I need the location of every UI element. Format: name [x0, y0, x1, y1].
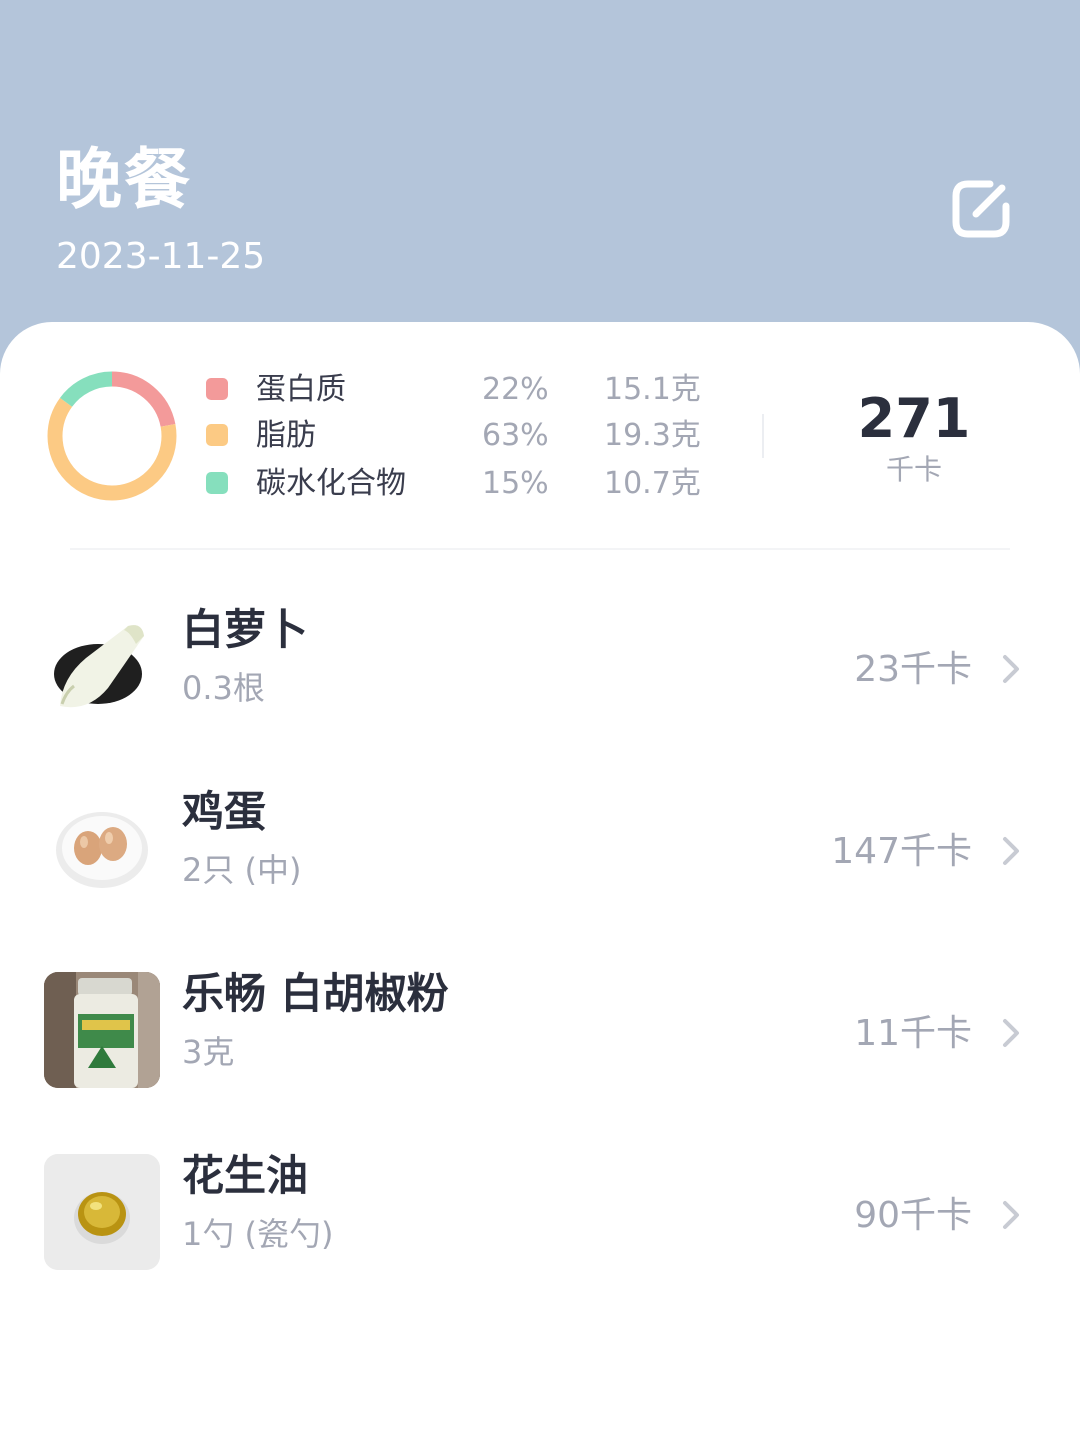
fat-swatch — [206, 424, 228, 446]
legend-name: 碳水化合物 — [256, 466, 406, 501]
food-item-egg[interactable]: 鸡蛋 2只 (中) 147千卡 — [0, 782, 1080, 912]
white-pepper-photo — [44, 972, 160, 1088]
total-calories: 271 — [857, 387, 971, 450]
food-name: 鸡蛋 — [182, 787, 267, 836]
meal-header: 晚餐 2023-11-25 — [0, 0, 1080, 360]
chevron-right-icon — [1003, 1201, 1019, 1229]
food-amount: 1勺 (瓷勺) — [182, 1215, 334, 1253]
edit-icon — [952, 180, 1010, 238]
meal-date: 2023-11-25 — [56, 236, 266, 277]
egg-photo — [44, 790, 160, 906]
protein-swatch — [206, 378, 228, 400]
food-item-radish[interactable]: 白萝卜 0.3根 23千卡 — [0, 600, 1080, 730]
legend-grams: 15.1克 — [604, 372, 701, 407]
food-amount: 3克 — [182, 1033, 235, 1071]
edit-button[interactable] — [948, 176, 1014, 242]
food-item-white-pepper[interactable]: 乐畅 白胡椒粉 3克 11千卡 — [0, 964, 1080, 1094]
chevron-right-icon — [1003, 655, 1019, 683]
legend-percent: 22% — [482, 372, 549, 407]
food-amount: 2只 (中) — [182, 851, 302, 889]
food-item-peanut-oil[interactable]: 花生油 1勺 (瓷勺) 90千卡 — [0, 1146, 1080, 1276]
food-calories: 147千卡 — [831, 831, 972, 872]
legend-name: 脂肪 — [256, 418, 316, 453]
chevron-right-icon — [1003, 1019, 1019, 1047]
legend-grams: 19.3克 — [604, 418, 701, 453]
food-calories: 11千卡 — [854, 1013, 972, 1054]
legend-percent: 63% — [482, 418, 549, 453]
summary-divider — [762, 414, 764, 458]
carbs-swatch — [206, 472, 228, 494]
food-name: 白萝卜 — [182, 605, 309, 654]
legend-grams: 10.7克 — [604, 466, 701, 501]
food-calories: 90千卡 — [854, 1195, 972, 1236]
food-amount: 0.3根 — [182, 669, 265, 707]
meal-detail-card: 蛋白质 22% 15.1克 脂肪 63% 19.3克 碳水化合物 15% 10.… — [0, 322, 1080, 1440]
legend-percent: 15% — [482, 466, 549, 501]
food-calories: 23千卡 — [854, 649, 972, 690]
peanut-oil-photo — [44, 1154, 160, 1270]
chevron-right-icon — [1003, 837, 1019, 865]
radish-photo — [44, 608, 160, 724]
section-divider — [70, 548, 1010, 550]
food-name: 花生油 — [182, 1151, 309, 1200]
food-name: 乐畅 白胡椒粉 — [182, 969, 449, 1018]
legend-name: 蛋白质 — [256, 372, 346, 407]
macro-donut-chart — [47, 371, 177, 501]
page-title: 晚餐 — [56, 141, 192, 218]
total-calories-unit: 千卡 — [885, 453, 942, 486]
